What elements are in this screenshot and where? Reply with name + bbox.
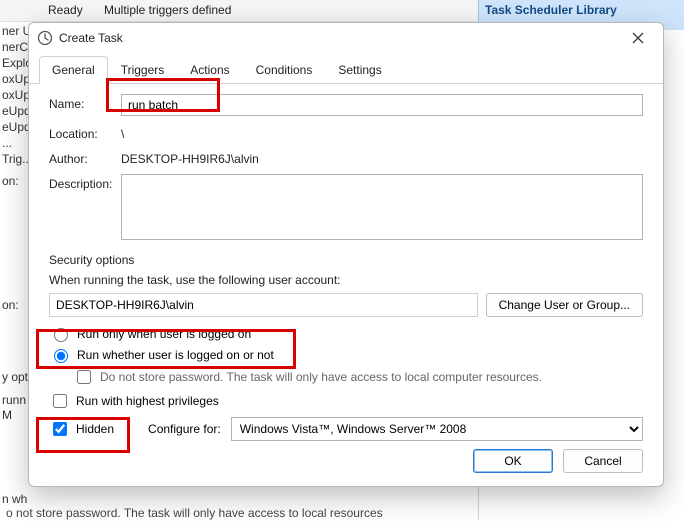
bg-side-fragment: on: — [2, 174, 28, 188]
dialog-title: Create Task — [59, 31, 621, 45]
close-icon — [632, 32, 644, 44]
location-label: Location: — [49, 124, 121, 141]
highest-priv-row[interactable]: Run with highest privileges — [49, 391, 643, 411]
runas-caption: When running the task, use the following… — [49, 273, 643, 287]
hidden-label: Hidden — [76, 422, 114, 436]
close-button[interactable] — [621, 25, 655, 51]
bg-fr4: n wh — [2, 492, 27, 506]
configure-for-select[interactable]: Windows Vista™, Windows Server™ 2008 — [231, 417, 643, 441]
tab-general[interactable]: General — [39, 56, 108, 84]
no-store-pwd-row[interactable]: Do not store password. The task will onl… — [73, 367, 643, 387]
ok-button[interactable]: OK — [473, 449, 553, 473]
bg-fr2: runn — [2, 393, 26, 407]
tab-body-general: Name: Location: \ Author: DESKTOP-HH9IR6… — [29, 84, 663, 446]
tab-actions[interactable]: Actions — [177, 56, 242, 84]
bg-multi-trig: Multiple triggers defined — [104, 3, 231, 17]
author-label: Author: — [49, 149, 121, 166]
bg-side-fragment: eUpd... — [2, 104, 28, 118]
security-options-title: Security options — [49, 253, 643, 267]
titlebar: Create Task — [29, 23, 663, 53]
no-store-pwd-checkbox[interactable] — [77, 370, 91, 384]
radio-always-row[interactable]: Run whether user is logged on or not — [49, 346, 643, 363]
task-icon — [37, 30, 53, 46]
tab-settings[interactable]: Settings — [325, 56, 394, 84]
highest-priv-checkbox[interactable] — [53, 394, 67, 408]
bg-side-fragments: ner Up... nerCr... ExplorerSk oxUp... oxUp..… — [0, 22, 28, 502]
bg-side-fragment: Trig... — [2, 152, 28, 166]
bg-side-fragment: ner Up... — [2, 24, 28, 38]
bg-bottom-note: o not store password. The task will only… — [6, 506, 383, 520]
configure-for-label: Configure for: — [148, 422, 221, 436]
bg-side-fragment: oxUp... — [2, 88, 28, 102]
bg-fr3: M — [2, 408, 12, 422]
cancel-button[interactable]: Cancel — [563, 449, 643, 473]
name-input[interactable] — [121, 94, 643, 116]
change-user-button[interactable]: Change User or Group... — [486, 293, 643, 317]
description-input[interactable] — [121, 174, 643, 240]
tab-conditions[interactable]: Conditions — [243, 56, 326, 84]
radio-logged-on[interactable] — [54, 328, 68, 342]
bg-on-label: on: — [2, 298, 19, 312]
radio-logged-on-label: Run only when user is logged on — [77, 327, 251, 341]
user-account-display: DESKTOP-HH9IR6J\alvin — [49, 293, 478, 317]
tab-triggers[interactable]: Triggers — [108, 56, 178, 84]
hidden-row[interactable]: Hidden — [49, 419, 114, 439]
hidden-checkbox[interactable] — [53, 422, 67, 436]
location-value: \ — [121, 124, 124, 141]
bg-side-fragment: ... — [2, 136, 28, 150]
radio-always-label: Run whether user is logged on or not — [77, 348, 274, 362]
bg-side-fragment: nerCr... — [2, 40, 28, 54]
no-store-pwd-label: Do not store password. The task will onl… — [100, 370, 542, 384]
radio-logged-on-row[interactable]: Run only when user is logged on — [49, 325, 643, 342]
radio-always[interactable] — [54, 349, 68, 363]
highest-priv-label: Run with highest privileges — [76, 394, 219, 408]
create-task-dialog: Create Task General Triggers Actions Con… — [28, 22, 664, 487]
description-label: Description: — [49, 174, 121, 191]
bg-side-fragment: oxUp... — [2, 72, 28, 86]
task-scheduler-library-title: Task Scheduler Library — [485, 3, 617, 17]
author-value: DESKTOP-HH9IR6J\alvin — [121, 149, 259, 166]
dialog-footer: OK Cancel — [29, 446, 663, 486]
tabstrip: General Triggers Actions Conditions Sett… — [29, 55, 663, 84]
bg-side-fragment: eUpd... — [2, 120, 28, 134]
bg-fr1: y opt — [2, 370, 28, 384]
bg-side-fragment: ExplorerSk — [2, 56, 28, 70]
name-label: Name: — [49, 94, 121, 111]
bg-ready: Ready — [48, 3, 83, 17]
